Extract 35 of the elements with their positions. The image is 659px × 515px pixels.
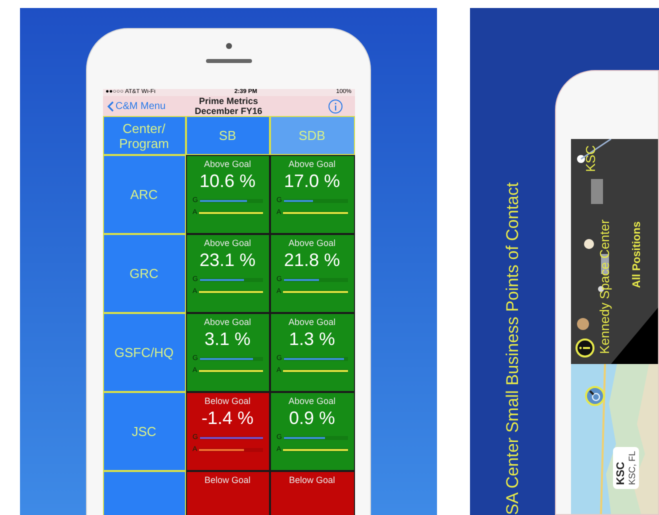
goal-status: Above Goal <box>204 317 252 328</box>
metric-value: -1.4 % <box>201 407 254 429</box>
metric-value: 3.1 % <box>204 328 251 350</box>
metric-value: 10.6 % <box>199 170 256 192</box>
camera-icon <box>226 43 232 49</box>
search-icon[interactable] <box>585 386 605 406</box>
column-header: SB <box>186 116 270 155</box>
callout-subtitle: KSC, FL <box>627 450 637 485</box>
chevron-left-icon <box>106 100 114 112</box>
column-header: SDB <box>270 116 354 155</box>
map-callout[interactable]: KSC KSC, FL <box>613 446 639 489</box>
metric-value: 0.9 % <box>288 407 336 429</box>
metric-value: 1.3 % <box>288 328 336 350</box>
center-cell: GSFC/HQ <box>102 313 186 392</box>
promo-title: SA Center Small Business Points of Contact <box>502 182 523 515</box>
goal-status: Above Goal <box>288 159 336 170</box>
nav-title: Prime Metrics <box>198 96 258 106</box>
center-cell: JSC <box>102 392 186 471</box>
metric-value: 17.0 % <box>284 170 340 192</box>
center-cell: ARC <box>102 155 186 234</box>
goal-status: Above Goal <box>204 159 252 170</box>
goal-status: Above Goal <box>288 396 336 407</box>
metric-value: 23.1 % <box>199 249 256 271</box>
callout-title: KSC <box>615 460 627 485</box>
metric-value: 21.8 % <box>284 249 340 271</box>
goal-status: Above Goal <box>288 317 336 328</box>
goal-status: Below Goal <box>288 475 336 486</box>
speaker-icon <box>206 59 252 63</box>
goal-status: Below Goal <box>204 475 251 486</box>
nav-subtitle: December FY16 <box>194 106 262 116</box>
center-cell: GRC <box>102 234 186 313</box>
goal-status: Below Goal <box>204 396 251 407</box>
goal-status: Above Goal <box>288 238 336 249</box>
column-header: Center/ Program <box>102 116 186 155</box>
goal-status: Above Goal <box>204 238 252 249</box>
